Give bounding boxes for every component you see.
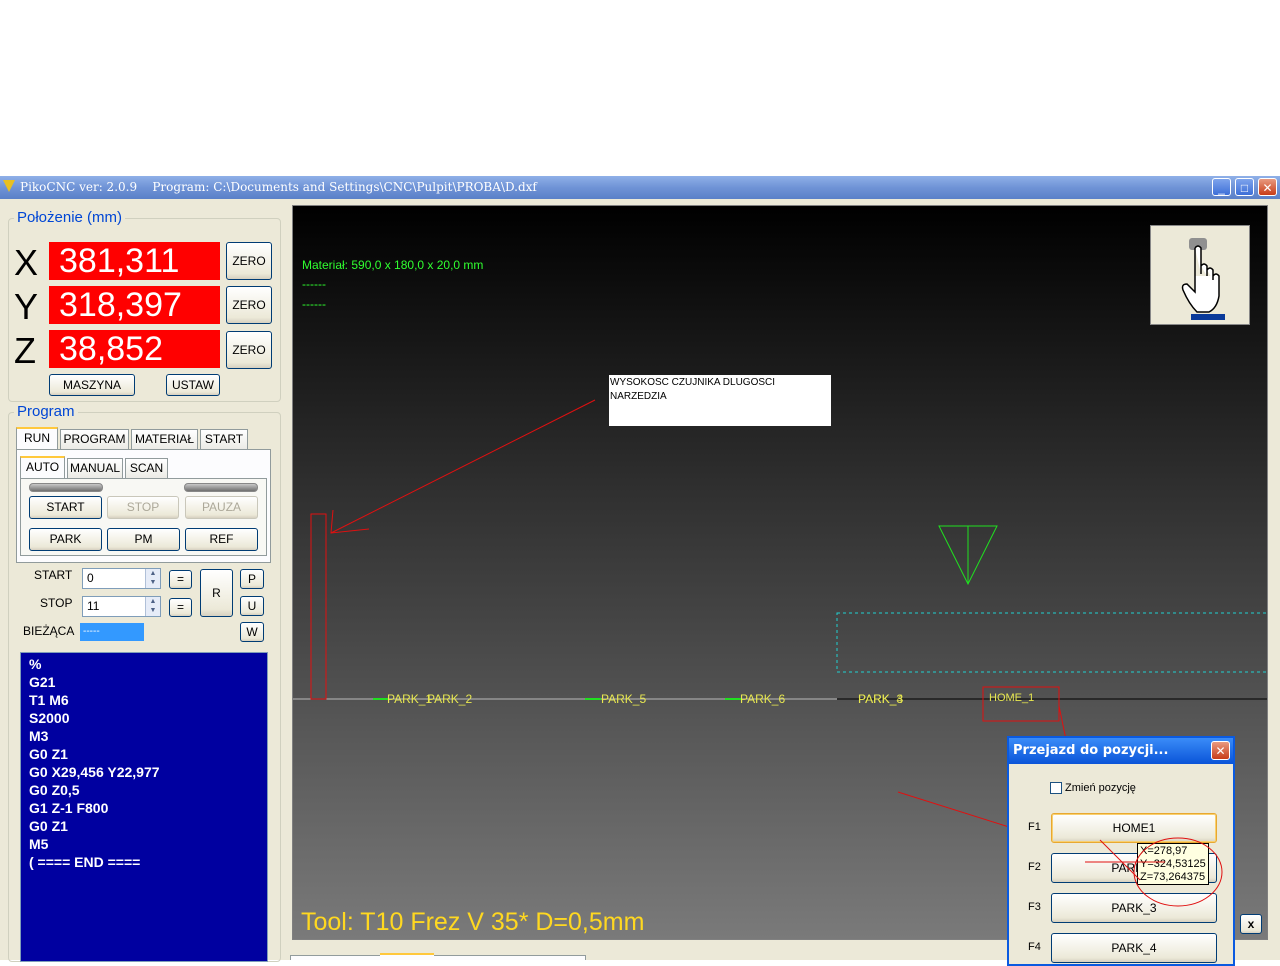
subtab-scan[interactable]: SCAN bbox=[125, 458, 168, 478]
gcode-line[interactable]: % bbox=[29, 655, 267, 673]
tab-program[interactable]: PROGRAM bbox=[60, 429, 129, 449]
tab-run[interactable]: RUN bbox=[16, 427, 58, 449]
tool-info: Tool: T10 Frez V 35* D=0,5mm bbox=[301, 908, 645, 936]
x-readout: 381,311 bbox=[49, 242, 220, 280]
zero-z-button[interactable]: ZERO bbox=[226, 331, 272, 369]
start-button[interactable]: START bbox=[29, 496, 102, 519]
stop-line-label: STOP bbox=[40, 596, 73, 610]
maximize-button[interactable]: □ bbox=[1235, 178, 1254, 196]
stop-line-spinner[interactable]: ▲ ▼ bbox=[145, 597, 160, 616]
fkey-f4: F4 bbox=[1028, 941, 1041, 953]
close-button[interactable]: ✕ bbox=[1258, 178, 1277, 196]
gcode-line[interactable]: M3 bbox=[29, 727, 267, 745]
set-start-eq-button[interactable]: = bbox=[169, 570, 192, 589]
subtab-auto[interactable]: AUTO bbox=[20, 456, 65, 478]
bottom-tab-strip bbox=[290, 955, 586, 960]
dialog-close-button[interactable]: ✕ bbox=[1211, 741, 1230, 760]
window-title: PikoCNC ver: 2.0.9 Program: C:\Documents… bbox=[20, 180, 537, 194]
tooltip-leader-2 bbox=[1099, 839, 1141, 881]
gcode-line[interactable]: G0 Z0,5 bbox=[29, 781, 267, 799]
gcode-line[interactable]: S2000 bbox=[29, 709, 267, 727]
program-title: Program bbox=[14, 403, 78, 420]
zero-y-button[interactable]: ZERO bbox=[226, 286, 272, 324]
material-rect bbox=[836, 612, 1267, 673]
y-readout: 318,397 bbox=[49, 286, 220, 324]
gcode-listing[interactable]: % G21 T1 M6 S2000 M3 G0 Z1 G0 X29,456 Y22,977 G… bbox=[20, 652, 268, 962]
pause-button[interactable]: PAUZA bbox=[185, 496, 258, 519]
leader-line bbox=[330, 399, 596, 534]
pm-button[interactable]: PM bbox=[107, 528, 180, 551]
start-line-label: START bbox=[34, 568, 73, 582]
park-label-2: PARK_2 bbox=[427, 692, 473, 706]
park-label-1: PARK_1 bbox=[387, 692, 433, 706]
bottom-active-tab[interactable] bbox=[380, 953, 434, 960]
home-label: HOME_1 bbox=[989, 692, 1035, 704]
p-button[interactable]: P bbox=[240, 569, 264, 589]
ref-button[interactable]: REF bbox=[185, 528, 258, 551]
gcode-line[interactable]: G21 bbox=[29, 673, 267, 691]
fkey-f2: F2 bbox=[1028, 861, 1041, 873]
axis-x-label: X bbox=[14, 242, 39, 283]
gcode-line[interactable]: T1 M6 bbox=[29, 691, 267, 709]
position-title: Położenie (mm) bbox=[14, 209, 126, 226]
set-button[interactable]: USTAW bbox=[166, 374, 220, 396]
u-button[interactable]: U bbox=[240, 596, 264, 616]
current-line-field: ----- bbox=[80, 623, 144, 641]
machine-button[interactable]: MASZYNA bbox=[49, 374, 135, 396]
change-position-checkbox[interactable] bbox=[1050, 782, 1062, 794]
tab-material[interactable]: MATERIAŁ bbox=[131, 429, 198, 449]
start-line-value: 0 bbox=[87, 571, 94, 585]
fkey-f1: F1 bbox=[1028, 821, 1041, 833]
gcode-line[interactable]: G0 Z1 bbox=[29, 745, 267, 763]
progress-bar-right bbox=[184, 483, 258, 492]
goto-park4-button[interactable]: PARK_4 bbox=[1051, 933, 1217, 963]
tab-start[interactable]: START bbox=[200, 429, 248, 449]
dialog-title: Przejazd do pozycji... bbox=[1009, 738, 1233, 764]
park-label-4: PARK_4 bbox=[858, 692, 904, 706]
w-button[interactable]: W bbox=[240, 622, 264, 642]
start-line-input[interactable]: 0 ▲ ▼ bbox=[82, 568, 161, 589]
highlight-circle bbox=[1133, 837, 1223, 907]
leader-arrow bbox=[330, 509, 370, 534]
gcode-line[interactable]: G0 X29,456 Y22,977 bbox=[29, 763, 267, 781]
set-stop-eq-button[interactable]: = bbox=[169, 598, 192, 617]
park-label-6: PARK_6 bbox=[740, 692, 786, 706]
hand-tool-button[interactable] bbox=[1150, 225, 1250, 325]
r-button[interactable]: R bbox=[200, 569, 233, 617]
change-position-label: Zmień pozycję bbox=[1065, 782, 1136, 794]
park-button[interactable]: PARK bbox=[29, 528, 102, 551]
park-label-5: PARK_5 bbox=[601, 692, 647, 706]
app-logo-icon bbox=[3, 180, 15, 192]
gcode-line[interactable]: ( ==== END ==== bbox=[29, 853, 267, 871]
hand-pointer-icon bbox=[1181, 238, 1225, 320]
axis-z-label: Z bbox=[14, 330, 36, 371]
z-readout: 38,852 bbox=[49, 330, 220, 368]
start-line-spinner[interactable]: ▲ ▼ bbox=[145, 569, 160, 588]
gcode-line[interactable]: G1 Z-1 F800 bbox=[29, 799, 267, 817]
gcode-line[interactable]: G0 Z1 bbox=[29, 817, 267, 835]
fkey-f3: F3 bbox=[1028, 901, 1041, 913]
sensor-rect bbox=[310, 513, 327, 700]
zero-x-button[interactable]: ZERO bbox=[226, 242, 272, 280]
stop-line-input[interactable]: 11 ▲ ▼ bbox=[82, 596, 161, 617]
canvas-close-x-button[interactable]: x bbox=[1240, 914, 1262, 934]
current-line-label: BIEŻĄCA bbox=[23, 624, 75, 638]
stop-line-value: 11 bbox=[87, 599, 100, 613]
progress-bar-left bbox=[29, 483, 103, 492]
minimize-button[interactable]: _ bbox=[1212, 178, 1231, 196]
annotation-overlay bbox=[1085, 837, 1223, 907]
gcode-line[interactable]: M5 bbox=[29, 835, 267, 853]
title-bar: PikoCNC ver: 2.0.9 Program: C:\Documents… bbox=[0, 176, 1280, 199]
axis-y-label: Y bbox=[14, 286, 39, 327]
subtab-manual[interactable]: MANUAL bbox=[67, 458, 123, 478]
stop-button[interactable]: STOP bbox=[107, 496, 179, 519]
